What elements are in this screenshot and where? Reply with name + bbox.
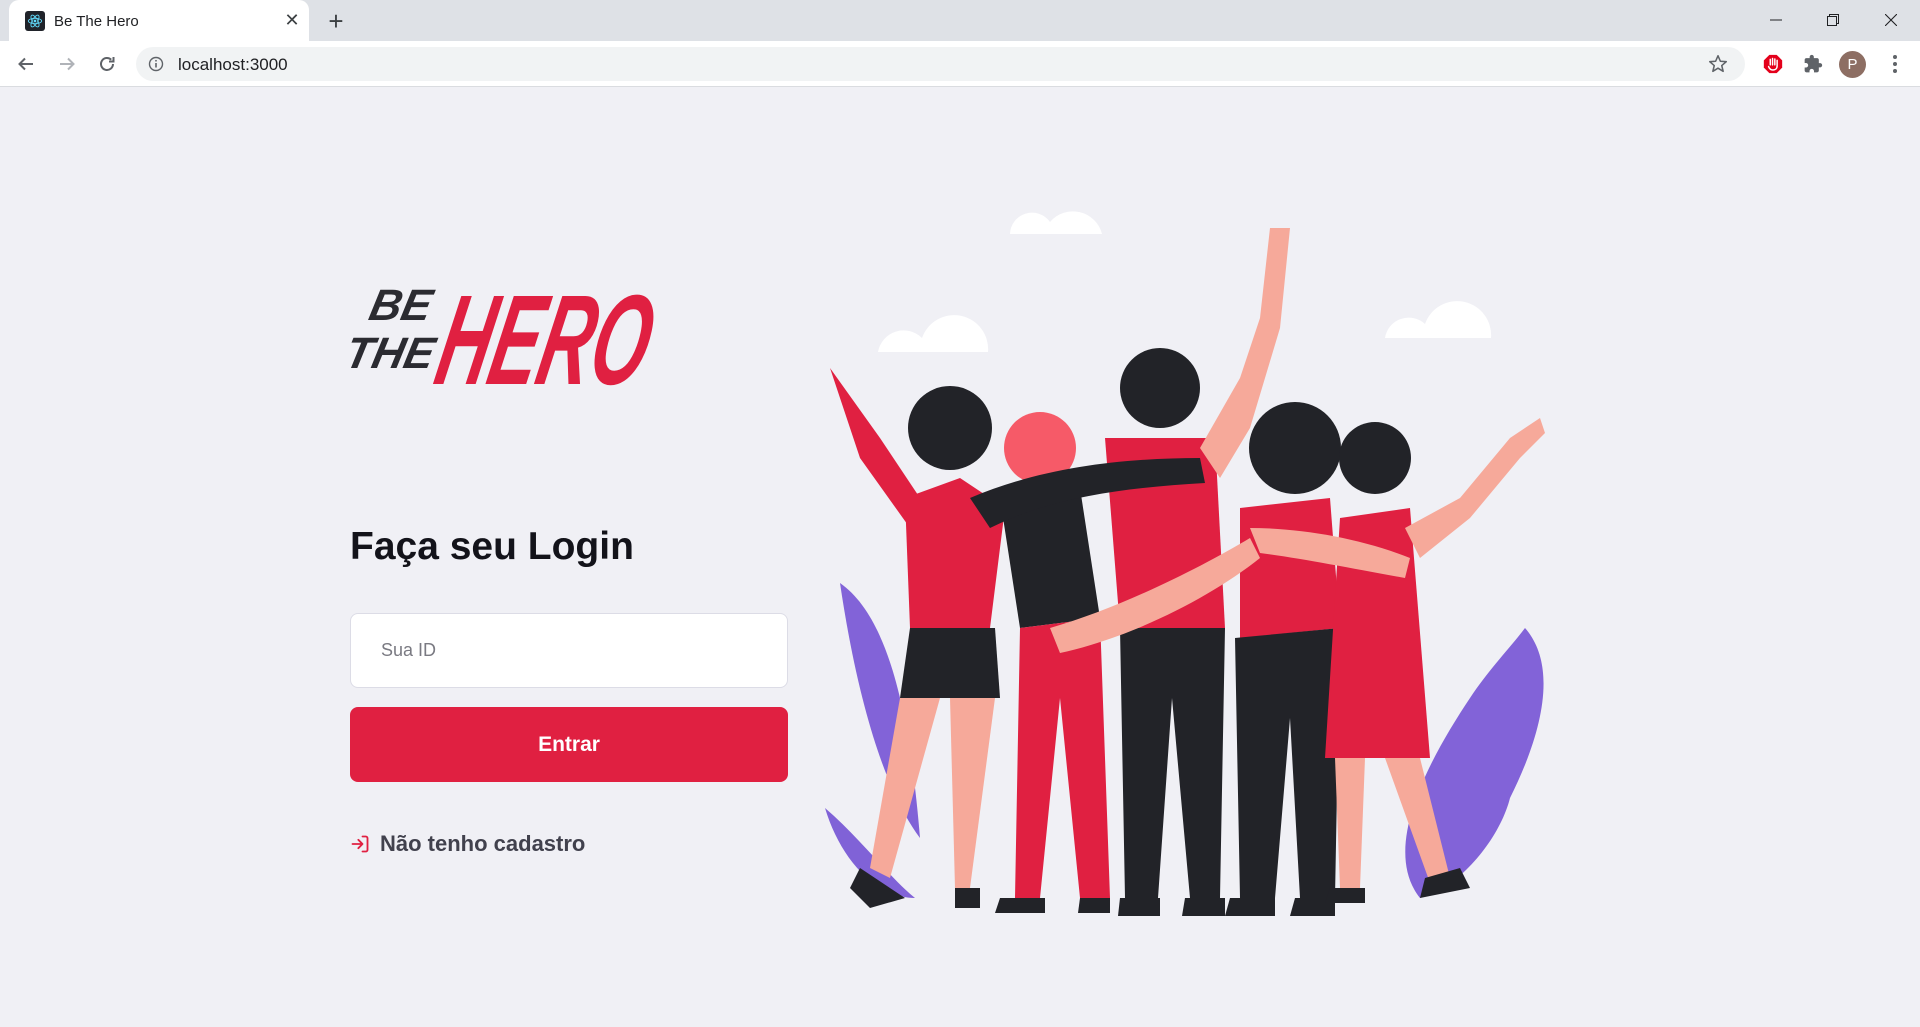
star-icon[interactable] (1707, 53, 1729, 75)
adblock-icon (1763, 54, 1783, 74)
url-text[interactable]: localhost:3000 (178, 55, 288, 75)
reload-button[interactable] (92, 49, 122, 79)
cloud-icon (878, 211, 1492, 352)
browser-tabstrip: Be The Hero ✕ + (0, 0, 1920, 41)
login-button[interactable]: Entrar (350, 707, 788, 782)
adblock-extension-button[interactable] (1758, 49, 1788, 79)
be-the-hero-logo: BE THE HERO (350, 269, 666, 400)
page-content: BE THE HERO Faça seu Login Entrar Não te… (0, 88, 1920, 1027)
tab-close-icon[interactable]: ✕ (281, 9, 303, 31)
close-icon (1885, 14, 1897, 26)
id-input[interactable] (350, 613, 788, 688)
logo-the: THE (350, 329, 441, 377)
tab-title: Be The Hero (54, 13, 139, 30)
page-title: Faça seu Login (350, 525, 634, 568)
register-link[interactable]: Não tenho cadastro (350, 831, 585, 857)
window-minimize-button[interactable] (1753, 4, 1799, 36)
back-button[interactable] (11, 49, 41, 79)
register-link-label: Não tenho cadastro (380, 831, 586, 856)
log-in-icon (351, 835, 369, 853)
kebab-menu-icon (1893, 55, 1897, 73)
arrow-left-icon (18, 57, 33, 71)
new-tab-button[interactable]: + (322, 8, 350, 36)
browser-menu-button[interactable] (1880, 49, 1910, 79)
profile-avatar[interactable]: P (1839, 51, 1866, 78)
react-icon (25, 11, 45, 31)
arrow-right-icon (60, 57, 75, 71)
restore-icon (1827, 14, 1839, 26)
forward-button[interactable] (52, 49, 82, 79)
window-close-button[interactable] (1868, 4, 1914, 36)
puzzle-icon (1804, 54, 1823, 73)
reload-icon (100, 57, 115, 71)
info-icon[interactable] (148, 56, 164, 72)
browser-toolbar: localhost:3000 P (0, 41, 1920, 87)
heroes-illustration (825, 211, 1545, 916)
browser-tab[interactable]: Be The Hero ✕ (9, 0, 309, 41)
address-bar[interactable]: localhost:3000 (136, 47, 1745, 81)
logo-be: BE (365, 281, 438, 329)
window-restore-button[interactable] (1810, 4, 1856, 36)
extensions-button[interactable] (1798, 49, 1828, 79)
logo-hero: HERO (426, 269, 666, 400)
minimize-icon (1770, 19, 1782, 21)
